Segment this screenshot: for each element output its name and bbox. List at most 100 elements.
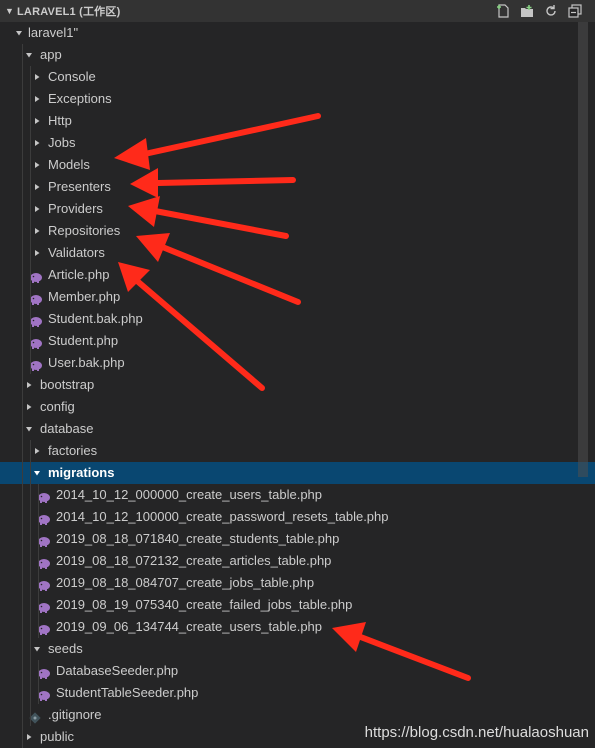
php-elephant-icon: [37, 665, 51, 679]
folder-row[interactable]: Console: [0, 66, 595, 88]
tree-item-label: Jobs: [48, 135, 76, 150]
explorer-header[interactable]: ▼ LARAVEL1 (工作区): [0, 0, 595, 22]
tree-item-label: factories: [48, 443, 98, 458]
scrollbar[interactable]: [578, 22, 588, 477]
file-row[interactable]: DatabaseSeeder.php: [0, 660, 595, 682]
php-elephant-icon: [29, 269, 43, 283]
folder-row[interactable]: Http: [0, 110, 595, 132]
tree-item-label: Presenters: [48, 179, 111, 194]
folder-row[interactable]: laravel1": [0, 22, 595, 44]
refresh-icon[interactable]: [543, 3, 559, 19]
chevron-right-icon[interactable]: [32, 176, 42, 198]
file-row[interactable]: Student.php: [0, 330, 595, 352]
tree-item-label: 2014_10_12_100000_create_password_resets…: [56, 509, 389, 524]
tree-item-label: config: [40, 399, 75, 414]
php-elephant-icon: [37, 687, 51, 701]
file-row[interactable]: Article.php: [0, 264, 595, 286]
file-row[interactable]: 2019_08_18_071840_create_students_table.…: [0, 528, 595, 550]
folder-row[interactable]: app: [0, 44, 595, 66]
tree-item-label: migrations: [48, 465, 115, 480]
file-row[interactable]: .gitignore: [0, 704, 595, 726]
folder-row[interactable]: Validators: [0, 242, 595, 264]
file-row[interactable]: 2019_08_18_084707_create_jobs_table.php: [0, 572, 595, 594]
file-row[interactable]: User.bak.php: [0, 352, 595, 374]
tree-item-label: Http: [48, 113, 72, 128]
header-actions: [495, 3, 583, 19]
folder-row[interactable]: factories: [0, 440, 595, 462]
folder-row[interactable]: Presenters: [0, 176, 595, 198]
file-row[interactable]: 2019_08_19_075340_create_failed_jobs_tab…: [0, 594, 595, 616]
chevron-right-icon[interactable]: [32, 66, 42, 88]
chevron-right-icon[interactable]: [32, 154, 42, 176]
file-row[interactable]: 2014_10_12_100000_create_password_resets…: [0, 506, 595, 528]
gitignore-icon: [29, 709, 43, 724]
indent-guide: [30, 440, 31, 726]
tree-item-label: laravel1": [28, 25, 79, 40]
file-row[interactable]: StudentTableSeeder.php: [0, 682, 595, 704]
folder-row[interactable]: bootstrap: [0, 374, 595, 396]
chevron-right-icon[interactable]: [32, 88, 42, 110]
php-elephant-icon: [29, 357, 43, 371]
tree-item-label: 2019_09_06_134744_create_users_table.php: [56, 619, 323, 634]
chevron-right-icon[interactable]: [32, 110, 42, 132]
chevron-down-icon[interactable]: ▼: [5, 6, 17, 16]
tree-item-label: app: [40, 47, 62, 62]
chevron-right-icon[interactable]: [32, 198, 42, 220]
tree-item-label: seeds: [48, 641, 83, 656]
file-row[interactable]: 2019_08_18_072132_create_articles_table.…: [0, 550, 595, 572]
file-row[interactable]: 2014_10_12_000000_create_users_table.php: [0, 484, 595, 506]
folder-row[interactable]: database: [0, 418, 595, 440]
tree-item-label: Models: [48, 157, 90, 172]
new-file-icon[interactable]: [495, 3, 511, 19]
file-row[interactable]: 2019_09_06_134744_create_users_table.php: [0, 616, 595, 638]
php-elephant-icon: [29, 291, 43, 305]
chevron-right-icon[interactable]: [32, 220, 42, 242]
php-elephant-icon: [29, 313, 43, 327]
folder-row[interactable]: Repositories: [0, 220, 595, 242]
chevron-right-icon[interactable]: [24, 374, 34, 396]
folder-row[interactable]: Models: [0, 154, 595, 176]
tree-item-label: public: [40, 729, 74, 744]
indent-guide: [38, 660, 39, 704]
tree-item-label: Student.bak.php: [48, 311, 143, 326]
file-row[interactable]: Student.bak.php: [0, 308, 595, 330]
folder-row[interactable]: migrations: [0, 462, 595, 484]
tree-item-label: User.bak.php: [48, 355, 125, 370]
tree-item-label: Repositories: [48, 223, 121, 238]
tree-item-label: Console: [48, 69, 96, 84]
folder-row[interactable]: seeds: [0, 638, 595, 660]
chevron-right-icon[interactable]: [32, 242, 42, 264]
tree-item-label: 2019_08_19_075340_create_failed_jobs_tab…: [56, 597, 353, 612]
chevron-down-icon[interactable]: [24, 418, 34, 440]
chevron-down-icon[interactable]: [14, 22, 24, 44]
folder-row[interactable]: Exceptions: [0, 88, 595, 110]
php-elephant-icon: [37, 599, 51, 613]
chevron-right-icon[interactable]: [32, 132, 42, 154]
php-elephant-icon: [37, 555, 51, 569]
chevron-right-icon[interactable]: [32, 440, 42, 462]
folder-row[interactable]: Jobs: [0, 132, 595, 154]
tree-item-label: Providers: [48, 201, 103, 216]
new-folder-icon[interactable]: [519, 3, 535, 19]
folder-row[interactable]: Providers: [0, 198, 595, 220]
tree-item-label: bootstrap: [40, 377, 95, 392]
tree-item-label: Article.php: [48, 267, 110, 282]
indent-guide: [22, 44, 23, 748]
folder-row[interactable]: config: [0, 396, 595, 418]
chevron-down-icon[interactable]: [32, 462, 42, 484]
chevron-down-icon[interactable]: [32, 638, 42, 660]
chevron-down-icon[interactable]: [24, 44, 34, 66]
php-elephant-icon: [29, 335, 43, 349]
php-elephant-icon: [37, 489, 51, 503]
indent-guide: [38, 484, 39, 638]
watermark: https://blog.csdn.net/hualaoshuan: [364, 724, 589, 741]
tree-item-label: Student.php: [48, 333, 119, 348]
tree-item-label: 2019_08_18_084707_create_jobs_table.php: [56, 575, 315, 590]
file-row[interactable]: Member.php: [0, 286, 595, 308]
php-elephant-icon: [37, 621, 51, 635]
chevron-right-icon[interactable]: [24, 396, 34, 418]
chevron-right-icon[interactable]: [24, 726, 34, 748]
tree-item-label: 2019_08_18_072132_create_articles_table.…: [56, 553, 332, 568]
collapse-all-icon[interactable]: [567, 3, 583, 19]
tree-item-label: Validators: [48, 245, 105, 260]
